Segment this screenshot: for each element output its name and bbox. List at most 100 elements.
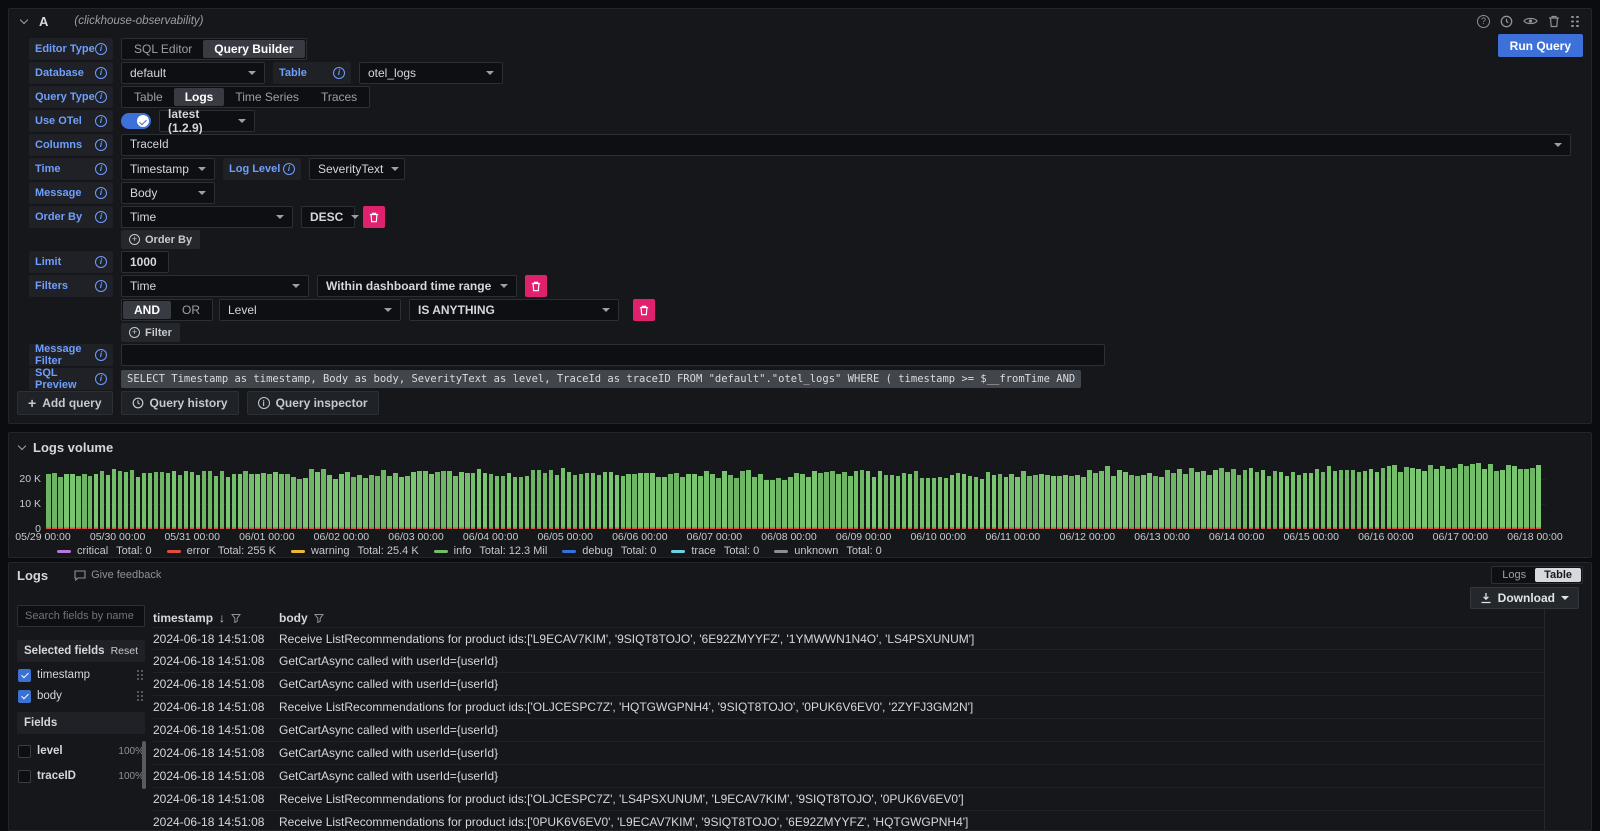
available-field-traceID[interactable]: traceID100%: [17, 768, 145, 784]
table-row[interactable]: 2024-06-18 14:51:08Receive ListRecommend…: [153, 696, 1545, 719]
info-icon[interactable]: i: [95, 349, 107, 361]
download-button[interactable]: Download: [1470, 587, 1579, 609]
drag-handle-icon[interactable]: [136, 690, 144, 702]
sidebar-scrollbar[interactable]: [142, 741, 146, 789]
table-row[interactable]: 2024-06-18 14:51:08Receive ListRecommend…: [153, 811, 1545, 831]
tab-query-builder[interactable]: Query Builder: [203, 40, 304, 58]
filter2-operator-select[interactable]: IS ANYTHING: [409, 299, 619, 321]
tab-sql-editor[interactable]: SQL Editor: [123, 40, 203, 58]
table-row[interactable]: 2024-06-18 14:51:08GetCartAsync called w…: [153, 673, 1545, 696]
info-icon[interactable]: i: [283, 163, 295, 175]
selected-field-body[interactable]: body: [17, 688, 145, 704]
sort-desc-icon[interactable]: ↓: [219, 611, 225, 625]
query-inspector-button[interactable]: i Query inspector: [247, 391, 379, 415]
legend-item-debug[interactable]: debugTotal: 0: [562, 545, 656, 557]
info-icon[interactable]: i: [95, 115, 107, 127]
available-field-level[interactable]: level100%: [17, 743, 145, 759]
logs-table: timestamp ↓ body 2024-06-18 14:51:08Rece…: [153, 609, 1545, 831]
order-direction-select[interactable]: DESC: [301, 206, 355, 228]
columns-multiselect[interactable]: TraceId: [121, 134, 1571, 156]
table-scrollbar-track[interactable]: [1544, 609, 1545, 830]
drag-handle-icon[interactable]: [136, 669, 144, 681]
volume-bar: [100, 471, 105, 529]
legend-item-warning[interactable]: warningTotal: 25.4 K: [291, 545, 419, 557]
tab-table[interactable]: Table: [123, 88, 174, 106]
table-row[interactable]: 2024-06-18 14:51:08GetCartAsync called w…: [153, 765, 1545, 788]
table-row[interactable]: 2024-06-18 14:51:08Receive ListRecommend…: [153, 788, 1545, 811]
timestamp-column-header[interactable]: timestamp ↓: [153, 611, 279, 625]
checkbox-checked[interactable]: [18, 669, 31, 682]
order-by-column-select[interactable]: Time: [121, 206, 293, 228]
cell-timestamp: 2024-06-18 14:51:08: [153, 723, 279, 737]
info-icon[interactable]: i: [95, 91, 107, 103]
log-level-column-select[interactable]: SeverityText: [309, 158, 405, 180]
time-column-select[interactable]: Timestamp: [121, 158, 215, 180]
tab-logs[interactable]: Logs: [174, 88, 225, 106]
legend-item-unknown[interactable]: unknownTotal: 0: [774, 545, 882, 557]
table-row[interactable]: 2024-06-18 14:51:08Receive ListRecommend…: [153, 627, 1545, 650]
info-icon[interactable]: i: [95, 67, 107, 79]
filter2-column-select[interactable]: Level: [219, 299, 401, 321]
message-filter-input[interactable]: [121, 344, 1105, 366]
collapse-query-icon[interactable]: [20, 15, 28, 23]
volume-bar: [273, 472, 278, 529]
info-icon[interactable]: i: [95, 256, 107, 268]
tab-traces[interactable]: Traces: [310, 88, 368, 106]
use-otel-toggle[interactable]: [121, 113, 151, 129]
otel-version-select[interactable]: latest (1.2.9): [159, 110, 255, 132]
info-icon[interactable]: i: [95, 373, 107, 385]
info-icon[interactable]: i: [95, 211, 107, 223]
checkbox-checked[interactable]: [18, 690, 31, 703]
legend-item-info[interactable]: infoTotal: 12.3 Mil: [434, 545, 548, 557]
filter1-operator-select[interactable]: Within dashboard time range: [317, 275, 517, 297]
add-filter-button[interactable]: + Filter: [121, 323, 180, 342]
filter1-column-select[interactable]: Time: [121, 275, 309, 297]
checkbox-unchecked[interactable]: [18, 770, 31, 783]
volume-bar: [1225, 472, 1230, 529]
remove-filter2-button[interactable]: [633, 299, 655, 321]
remove-filter1-button[interactable]: [525, 275, 547, 297]
info-icon[interactable]: i: [95, 139, 107, 151]
add-query-button[interactable]: + Add query: [17, 391, 113, 415]
legend-item-error[interactable]: errorTotal: 255 K: [167, 545, 276, 557]
view-logs-option[interactable]: Logs: [1493, 568, 1535, 582]
columns-label: Columnsi: [29, 134, 113, 156]
volume-bar: [872, 477, 877, 530]
selected-field-timestamp[interactable]: timestamp: [17, 667, 145, 683]
limit-input[interactable]: 1000: [121, 251, 169, 273]
table-row[interactable]: 2024-06-18 14:51:08GetCartAsync called w…: [153, 719, 1545, 742]
tab-time-series[interactable]: Time Series: [224, 88, 310, 106]
search-fields-input[interactable]: [17, 605, 145, 627]
logs-volume-bar-chart[interactable]: [46, 459, 1548, 529]
checkbox-unchecked[interactable]: [18, 745, 31, 758]
query-history-button[interactable]: Query history: [121, 391, 239, 415]
legend-item-trace[interactable]: traceTotal: 0: [671, 545, 759, 557]
query-history-icon[interactable]: [1500, 15, 1513, 28]
info-icon[interactable]: i: [95, 43, 107, 55]
trash-icon[interactable]: [1548, 15, 1560, 28]
info-icon[interactable]: i: [333, 67, 345, 79]
and-option[interactable]: AND: [123, 301, 171, 319]
help-icon[interactable]: ?: [1477, 15, 1490, 28]
info-icon[interactable]: i: [95, 187, 107, 199]
remove-order-by-button[interactable]: [363, 206, 385, 228]
table-row[interactable]: 2024-06-18 14:51:08GetCartAsync called w…: [153, 742, 1545, 765]
table-select[interactable]: otel_logs: [359, 62, 503, 84]
drag-handle-icon[interactable]: [1570, 15, 1579, 28]
info-icon[interactable]: i: [95, 163, 107, 175]
table-row[interactable]: 2024-06-18 14:51:08GetCartAsync called w…: [153, 650, 1545, 673]
filter-icon[interactable]: [231, 613, 241, 623]
give-feedback-link[interactable]: Give feedback: [74, 569, 161, 581]
reset-button[interactable]: Reset: [111, 645, 138, 657]
body-column-header[interactable]: body: [279, 611, 1545, 625]
add-order-by-button[interactable]: + Order By: [121, 230, 200, 249]
filter-icon[interactable]: [314, 613, 324, 623]
message-column-select[interactable]: Body: [121, 182, 215, 204]
info-icon[interactable]: i: [95, 280, 107, 292]
eye-icon[interactable]: [1523, 16, 1538, 26]
or-option[interactable]: OR: [171, 301, 211, 319]
view-table-option[interactable]: Table: [1535, 568, 1581, 582]
logs-volume-title[interactable]: Logs volume: [19, 440, 113, 455]
database-select[interactable]: default: [121, 62, 265, 84]
legend-item-critical[interactable]: criticalTotal: 0: [57, 545, 152, 557]
